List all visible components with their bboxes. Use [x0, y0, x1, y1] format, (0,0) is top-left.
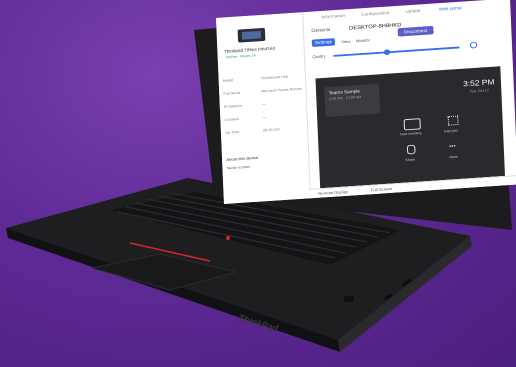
scale-label: Quality: [312, 53, 326, 60]
clock-time: 3:52 PM: [462, 77, 495, 89]
device-id: DESKTOP-8H8HKD: [349, 22, 402, 32]
refresh-icon[interactable]: [469, 41, 478, 49]
info-value: —: [261, 102, 266, 107]
full-screen-button[interactable]: Full Screen: [371, 186, 392, 192]
meeting-card[interactable]: Teams Sample 9:00 AM - 10:00 AM: [324, 83, 381, 118]
info-value: Microsoft Teams Rooms: [261, 86, 302, 94]
clock-date: Tue, Oct 17: [469, 88, 489, 94]
info-value: ThinkSmart Hub: [260, 74, 289, 81]
quality-slider[interactable]: [333, 46, 460, 57]
action-label: Dial pad: [444, 128, 458, 134]
more-icon[interactable]: •••: [449, 144, 456, 150]
meeting-time: 9:00 AM - 10:00 AM: [328, 95, 362, 101]
slider-thumb[interactable]: [383, 48, 391, 55]
device-panel: Thinkpad Office InfoGrid Online · Room 1…: [216, 12, 312, 204]
action-label: More: [449, 154, 458, 160]
action-label: New meeting: [399, 131, 422, 137]
trackpoint: [226, 236, 230, 240]
info-label: Full Serial: [223, 91, 241, 96]
dialpad-icon[interactable]: [447, 115, 459, 126]
info-label: Up Time: [225, 130, 240, 135]
settings-button[interactable]: Settings: [311, 38, 336, 48]
about-heading: About this device: [226, 155, 259, 162]
info-label: Model: [222, 78, 234, 83]
info-value: 08:15:22h: [262, 127, 280, 133]
view-label: View: [341, 38, 351, 45]
tab-information[interactable]: Information: [321, 13, 345, 19]
general-label: General: [311, 27, 331, 35]
remote-display-button[interactable]: Remote Display: [318, 189, 348, 196]
tab-update[interactable]: Update: [405, 8, 420, 14]
disconnect-button[interactable]: Disconnect: [397, 25, 434, 37]
share-icon[interactable]: [406, 144, 416, 155]
tab-configuration[interactable]: Configuration: [361, 10, 389, 17]
device-name: Thinkpad Office InfoGrid: [223, 45, 275, 54]
meeting-title: Teams Sample: [328, 88, 361, 96]
laptop-screen: Information Configuration Update Web por…: [216, 0, 516, 205]
device-image: [237, 27, 266, 43]
remote-display[interactable]: Teams Sample 9:00 AM - 10:00 AM 3:52 PM …: [315, 66, 505, 189]
action-label: Share: [405, 157, 416, 163]
meeting-icon[interactable]: [403, 118, 421, 131]
about-sub: Serial number: [226, 164, 251, 171]
fingerprint-reader: [344, 296, 354, 302]
info-label: IP Address: [223, 103, 243, 109]
info-value: —: [262, 115, 267, 120]
info-label: Location: [224, 117, 239, 122]
tab-web-portal[interactable]: Web portal: [439, 5, 462, 11]
product-photo: Information Configuration Update Web por…: [0, 0, 516, 367]
device-status: Online · Room 14: [226, 53, 256, 60]
view-select[interactable]: Monitor: [356, 38, 370, 44]
